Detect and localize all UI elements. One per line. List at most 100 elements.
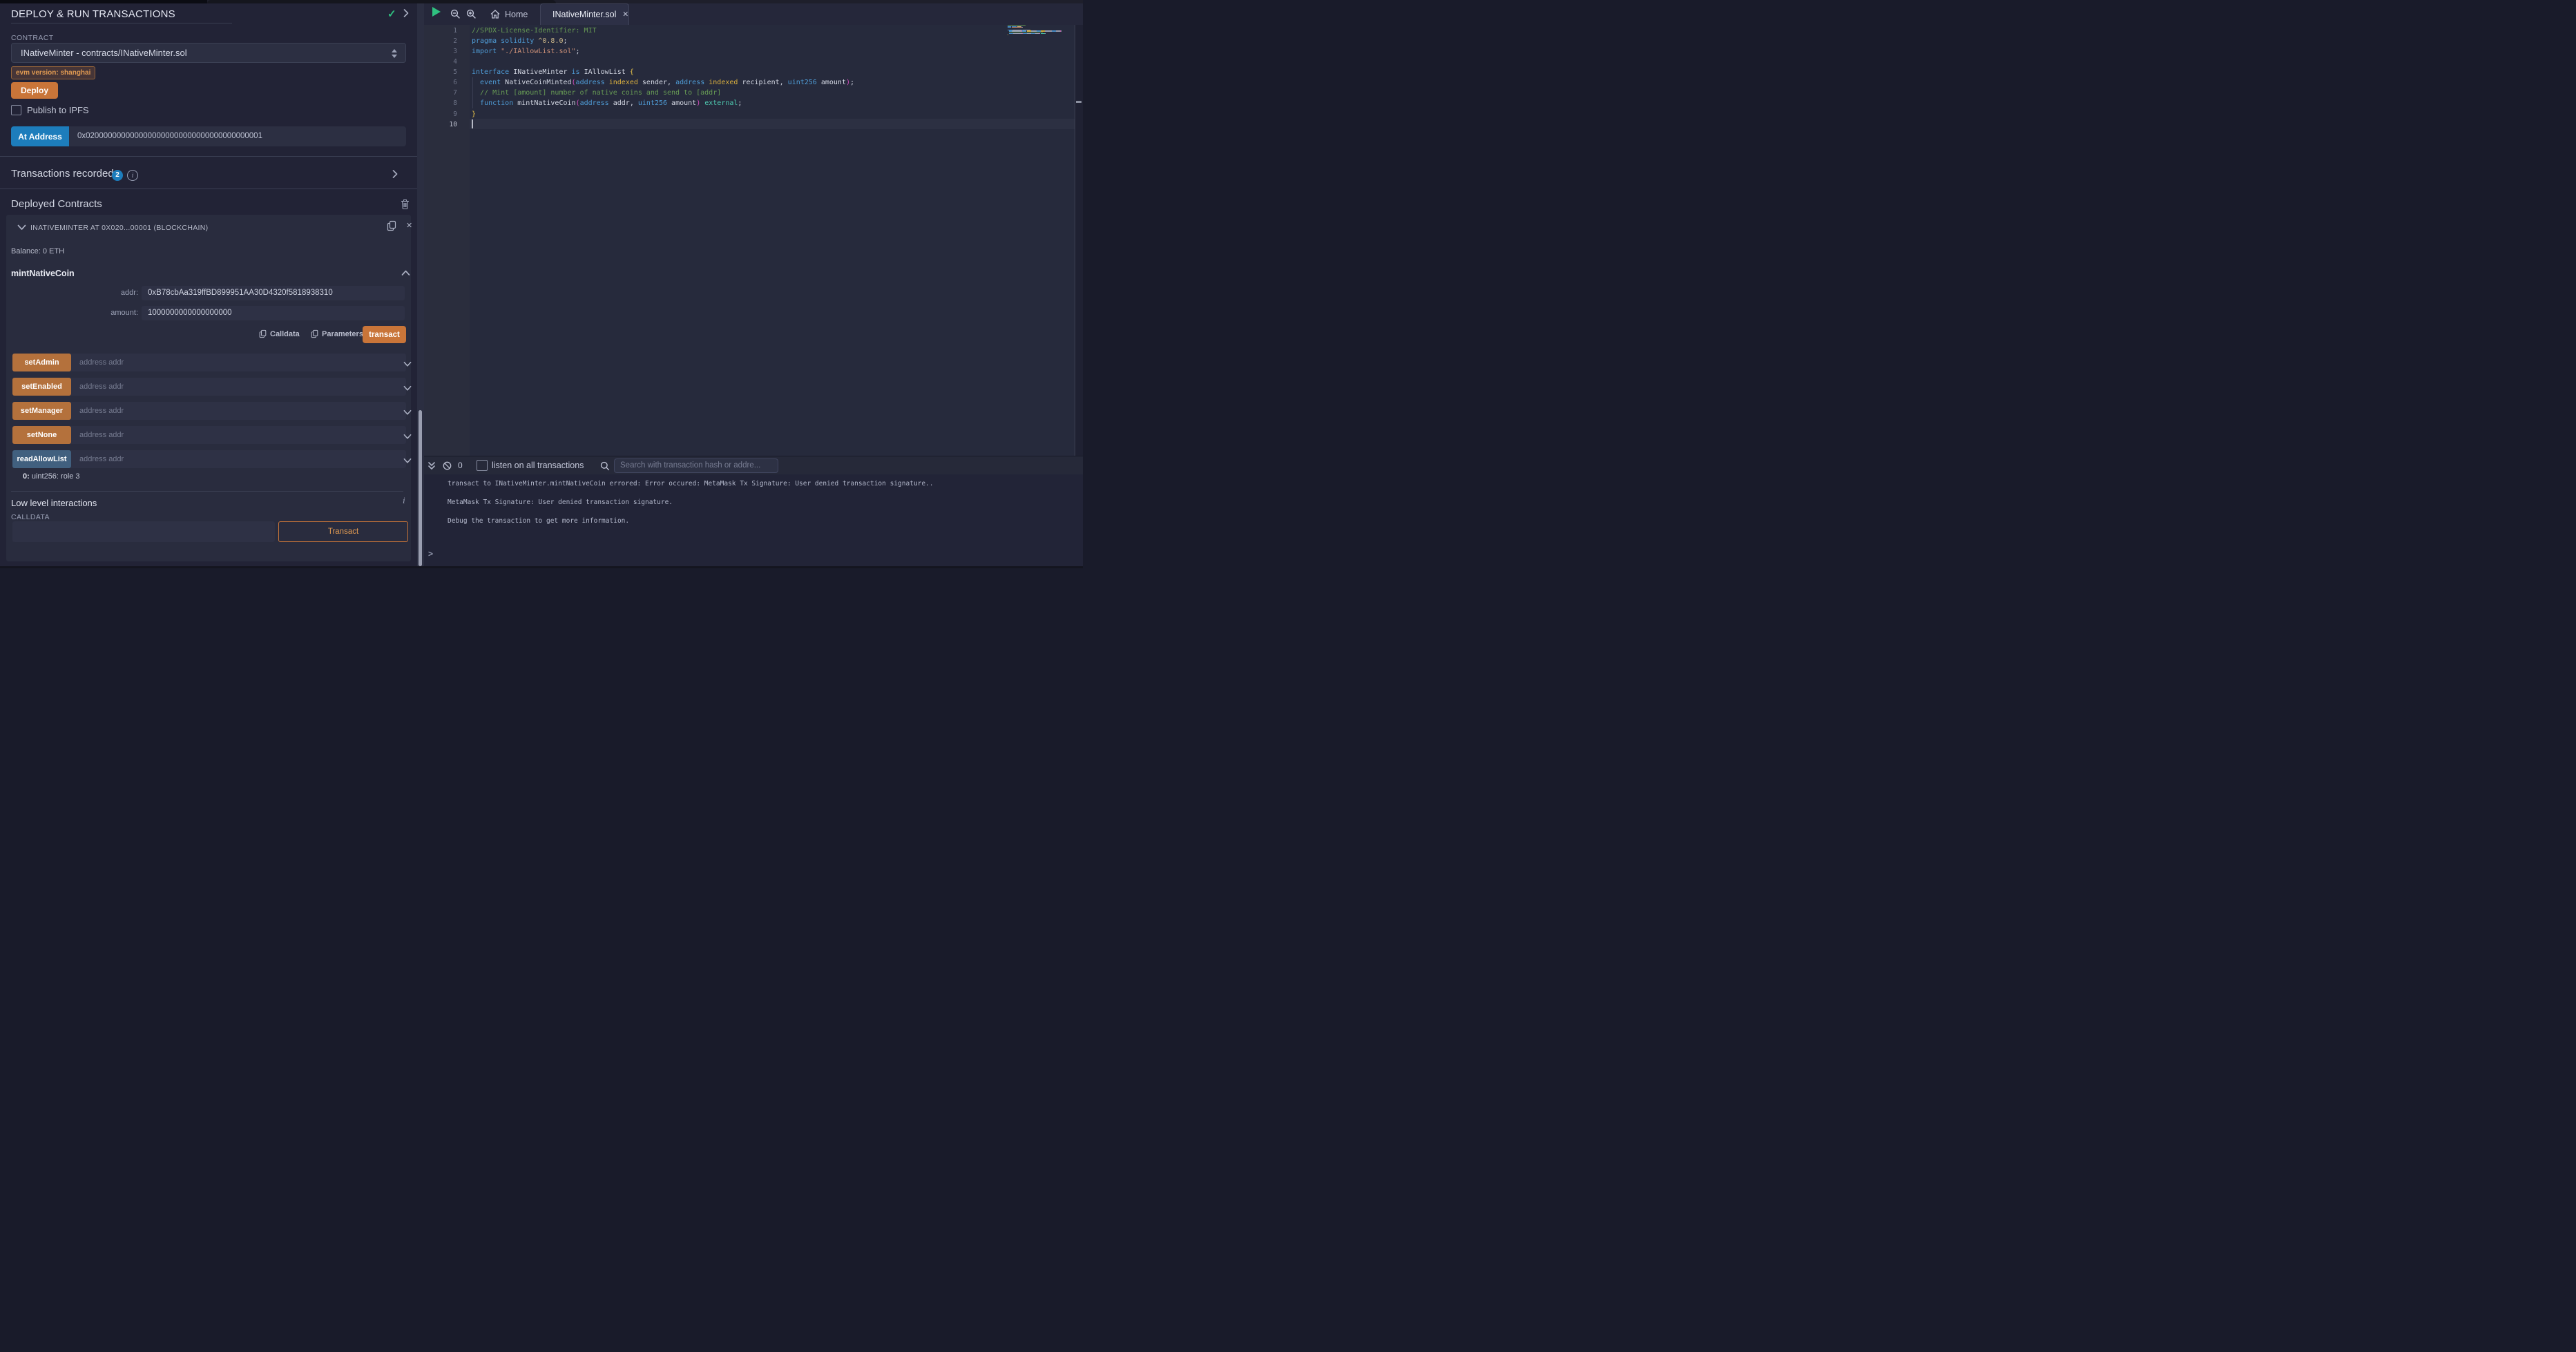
publish-ipfs-checkbox[interactable] — [11, 105, 21, 115]
setManager-expand-chevron-icon[interactable] — [403, 407, 412, 419]
line-number: 10 — [424, 119, 457, 130]
low-level-title: Low level interactions — [11, 498, 97, 508]
code-token: sender, — [638, 79, 675, 86]
code-line: // Mint [amount] number of native coins … — [472, 88, 854, 98]
publish-ipfs-row: Publish to IPFS — [11, 105, 89, 115]
left-panel-scrollbar-thumb[interactable] — [419, 410, 422, 566]
tab-active-file-label: INativeMinter.sol — [552, 10, 616, 19]
run-script-play-icon[interactable] — [432, 7, 441, 17]
function-output: 0: uint256: role 3 — [23, 472, 80, 481]
field-input[interactable]: 0xB78cbAa319ffBD899951AA30D4320f58189383… — [142, 286, 405, 300]
contract-select[interactable]: INativeMinter - contracts/INativeMinter.… — [11, 43, 406, 63]
line-number: 1 — [424, 26, 457, 36]
editor-minimap[interactable] — [1008, 25, 1075, 37]
code-token — [472, 99, 480, 107]
setEnabled-expand-chevron-icon[interactable] — [403, 383, 412, 395]
code-token: external — [704, 99, 738, 107]
deploy-button[interactable]: Deploy — [11, 82, 58, 99]
low-level-info-icon[interactable]: i — [403, 495, 405, 506]
code-token: addr, — [609, 99, 638, 107]
function-collapse-chevron-icon[interactable] — [401, 267, 410, 280]
calldata-label: Calldata — [270, 330, 300, 338]
parameters-copy-button[interactable]: Parameters — [311, 329, 363, 338]
at-address-input[interactable]: 0x02000000000000000000000000000000000000… — [69, 126, 406, 146]
field-label: addr: — [6, 286, 138, 300]
tab-close-icon[interactable]: ✕ — [622, 10, 628, 19]
tab-home[interactable]: Home — [483, 3, 535, 25]
instance-balance: Balance: 0 ETH — [11, 247, 64, 255]
transactions-expand-chevron-icon[interactable] — [392, 169, 398, 182]
code-token: function — [480, 99, 513, 107]
setAdmin-expand-chevron-icon[interactable] — [403, 358, 412, 371]
line-numbers: 12345678910 — [424, 26, 457, 130]
panel-splitter[interactable] — [417, 3, 424, 568]
setManager-input[interactable]: address addr — [71, 402, 406, 420]
code-token: uint256 — [788, 79, 817, 86]
editor-tabbar: Home INativeMinter.sol ✕ — [424, 3, 1083, 25]
transact-button[interactable]: transact — [363, 326, 406, 343]
readAllowList-expand-chevron-icon[interactable] — [403, 455, 412, 467]
line-number: 5 — [424, 67, 457, 77]
setNone-expand-chevron-icon[interactable] — [403, 431, 412, 443]
panel-expand-chevron-icon[interactable] — [403, 8, 409, 21]
terminal-toolbar: 0 listen on all transactions Search with… — [424, 456, 1083, 474]
code-editor[interactable]: 12345678910 //SPDX-License-Identifier: M… — [424, 25, 1083, 456]
readAllowList-input[interactable]: address addr — [71, 450, 406, 468]
zoom-out-icon[interactable] — [450, 9, 461, 23]
code-token: address — [675, 79, 704, 86]
line-number: 7 — [424, 88, 457, 98]
section-divider — [0, 156, 417, 157]
setManager-button[interactable]: setManager — [12, 402, 71, 420]
terminal-search-input[interactable]: Search with transaction hash or addre... — [614, 458, 778, 473]
low-level-transact-button[interactable]: Transact — [278, 521, 408, 542]
code-line: event NativeCoinMinted(address indexed s… — [472, 77, 854, 88]
copy-address-icon[interactable] — [387, 220, 396, 235]
code-token: indexed — [709, 79, 738, 86]
zoom-in-icon[interactable] — [466, 9, 477, 23]
clear-console-ban-icon[interactable] — [443, 461, 452, 474]
field-input[interactable]: 1000000000000000000 — [142, 306, 405, 320]
code-token: solidity — [501, 37, 534, 45]
calldata-section-label: CALLDATA — [11, 513, 50, 521]
terminal-collapse-icon[interactable] — [427, 461, 436, 474]
listen-transactions-checkbox[interactable] — [477, 460, 488, 471]
function-field-row: addr: 0xB78cbAa319ffBD899951AA30D4320f581… — [6, 286, 408, 300]
setEnabled-button[interactable]: setEnabled — [12, 378, 71, 396]
expanded-function-name: mintNativeCoin — [11, 269, 75, 278]
terminal-output[interactable]: transact to INativeMinter.mintNativeCoin… — [424, 474, 1083, 566]
code-line: interface INativeMinter is IAllowList { — [472, 67, 854, 77]
code-token: uint256 — [638, 99, 667, 107]
readAllowList-button[interactable]: readAllowList — [12, 450, 71, 468]
setNone-input[interactable]: address addr — [71, 426, 406, 444]
transactions-recorded-section[interactable]: Transactions recorded 2 i — [0, 160, 417, 192]
line-number: 9 — [424, 109, 457, 119]
code-token: amount — [817, 79, 846, 86]
remove-instance-icon[interactable]: ✕ — [406, 221, 412, 230]
setAdmin-button[interactable]: setAdmin — [12, 354, 71, 371]
remix-ide-window: DEPLOY & RUN TRANSACTIONS ✓ CONTRACT INa… — [0, 0, 1083, 568]
code-token: NativeCoinMinted — [501, 79, 571, 86]
calldata-copy-button[interactable]: Calldata — [259, 329, 300, 338]
setNone-button[interactable]: setNone — [12, 426, 71, 444]
function-row-setEnabled: setEnabledaddress addr — [12, 378, 405, 396]
terminal-prompt[interactable]: > — [428, 549, 433, 559]
code-token: ; — [563, 37, 567, 45]
code-token — [472, 89, 480, 97]
tab-active-file[interactable]: INativeMinter.sol ✕ — [540, 3, 629, 25]
low-level-calldata-input[interactable] — [12, 521, 275, 542]
field-label: amount: — [6, 306, 138, 320]
setAdmin-input[interactable]: address addr — [71, 354, 406, 371]
function-output-value: uint256: role 3 — [30, 472, 80, 481]
code-line: pragma solidity ^0.8.0; — [472, 36, 854, 46]
transactions-info-icon[interactable]: i — [127, 170, 138, 181]
evm-version-badge: evm version: shanghai — [11, 66, 95, 79]
setEnabled-input[interactable]: address addr — [71, 378, 406, 396]
at-address-button[interactable]: At Address — [11, 126, 69, 146]
tab-home-label: Home — [505, 10, 528, 19]
trash-icon[interactable] — [401, 199, 410, 213]
code-token: // Mint [amount] number of native coins … — [480, 89, 721, 97]
instance-collapse-chevron-icon[interactable] — [17, 222, 26, 234]
overview-ruler-cursor-marker — [1076, 101, 1082, 103]
editor-overview-ruler[interactable] — [1075, 25, 1083, 456]
pending-tx-count: 0 — [458, 461, 463, 470]
